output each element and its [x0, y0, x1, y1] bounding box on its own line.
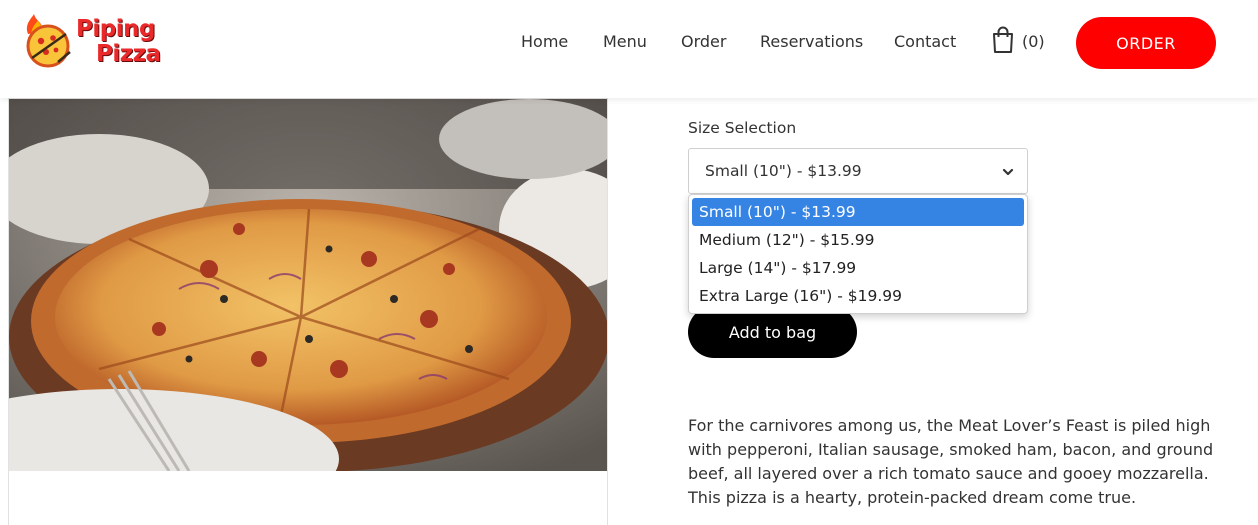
bag-count: (0)	[1022, 32, 1045, 51]
size-option-large[interactable]: Large (14") - $17.99	[692, 254, 1024, 282]
size-dropdown-list: Small (10") - $13.99 Medium (12") - $15.…	[688, 194, 1028, 314]
nav-reservations[interactable]: Reservations	[760, 32, 863, 51]
product-description: For the carnivores among us, the Meat Lo…	[688, 416, 1214, 507]
nav-order[interactable]: Order	[681, 32, 726, 51]
shopping-bag-icon	[993, 26, 1013, 53]
chevron-down-icon	[1002, 168, 1014, 176]
logo-wordmark-line1: Piping	[76, 16, 155, 42]
size-select-value: Small (10") - $13.99	[705, 162, 862, 180]
pizza-photo	[9, 99, 607, 471]
pizza-image	[9, 99, 607, 471]
pizza-logo-icon	[26, 14, 71, 68]
size-select[interactable]: Small (10") - $13.99	[688, 148, 1028, 194]
site-logo[interactable]: Piping Pizza	[22, 14, 162, 70]
size-option-medium[interactable]: Medium (12") - $15.99	[692, 226, 1024, 254]
logo-wordmark-line2: Pizza	[96, 41, 161, 67]
page: Piping Pizza Home Menu Order Reservation…	[0, 0, 1258, 525]
site-header: Piping Pizza Home Menu Order Reservation…	[0, 0, 1258, 98]
shopping-bag-button[interactable]: (0)	[990, 26, 1045, 56]
nav-menu[interactable]: Menu	[603, 32, 647, 51]
nav-contact[interactable]: Contact	[894, 32, 956, 51]
size-option-small[interactable]: Small (10") - $13.99	[692, 198, 1024, 226]
order-button[interactable]: ORDER	[1076, 17, 1216, 69]
nav-home[interactable]: Home	[521, 32, 568, 51]
size-selection-label: Size Selection	[688, 119, 797, 137]
size-option-extra-large[interactable]: Extra Large (16") - $19.99	[692, 282, 1024, 310]
product-image-card	[8, 98, 608, 525]
